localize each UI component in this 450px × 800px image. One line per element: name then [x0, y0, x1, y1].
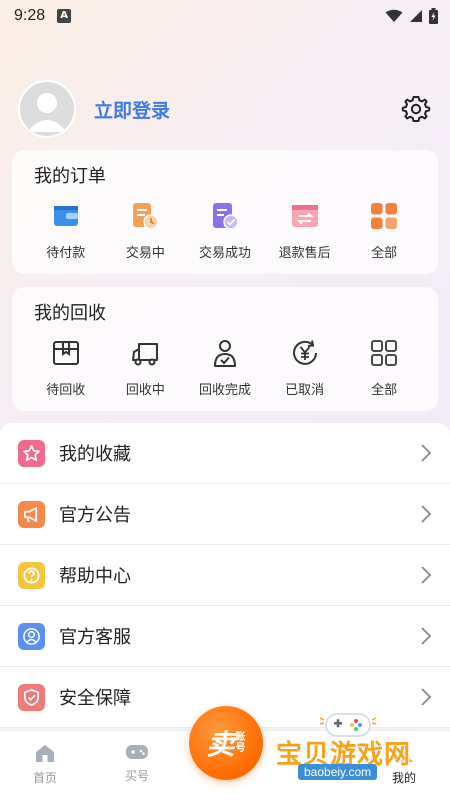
star-icon — [18, 439, 45, 467]
avatar[interactable] — [18, 80, 76, 138]
chevron-right-icon — [421, 688, 432, 706]
recycle-all-label: 全部 — [371, 383, 398, 398]
menu-item-announcements[interactable]: 官方公告 — [0, 484, 450, 545]
profile-header: 立即登录 — [18, 80, 432, 138]
recycle-done-label: 回收完成 — [198, 383, 251, 398]
menu-item-favorites[interactable]: 我的收藏 — [0, 423, 450, 484]
sell-small-label-2: 号 — [235, 743, 246, 754]
menu-item-announcements-label: 官方公告 — [59, 505, 131, 526]
menu-item-customer-service[interactable]: 官方客服 — [0, 606, 450, 667]
cellular-icon — [410, 10, 422, 22]
gear-icon — [401, 96, 431, 122]
watermark-url: baobeiy.com — [298, 764, 378, 780]
wifi-icon — [385, 9, 403, 22]
status-bar: 9:28 A — [0, 0, 450, 32]
truck-icon — [129, 337, 161, 369]
chevron-right-icon — [421, 566, 432, 584]
order-refund[interactable]: 退款售后 — [265, 200, 345, 261]
grid-outline-icon — [368, 337, 400, 369]
grid-icon — [368, 200, 400, 232]
gamepad-icon — [126, 745, 148, 759]
order-trading[interactable]: 交易中 — [106, 200, 186, 261]
order-all-label: 全部 — [371, 246, 398, 261]
recycle-done[interactable]: 回收完成 — [185, 337, 265, 398]
help-icon — [18, 561, 45, 589]
chevron-right-icon — [421, 627, 432, 645]
login-link[interactable]: 立即登录 — [94, 96, 170, 123]
status-time: 9:28 — [14, 7, 46, 24]
menu-item-security-label: 安全保障 — [59, 688, 131, 709]
order-success[interactable]: 交易成功 — [185, 200, 265, 261]
user-check-icon — [209, 337, 241, 369]
notification-icon: A — [57, 9, 72, 23]
menu-item-favorites-label: 我的收藏 — [59, 444, 131, 465]
customer-service-icon — [18, 622, 45, 650]
sell-account-button[interactable]: 卖 账 号 — [189, 706, 263, 780]
tab-home[interactable]: 首页 — [15, 743, 75, 786]
trading-clock-icon — [129, 200, 161, 232]
recycle-in-progress-label: 回收中 — [125, 383, 165, 398]
recycle-cancelled[interactable]: 已取消 — [265, 337, 345, 398]
tab-buy-account-label: 买号 — [124, 769, 149, 783]
tab-home-label: 首页 — [32, 771, 57, 785]
order-all[interactable]: 全部 — [344, 200, 424, 261]
menu-list: 我的收藏 官方公告 帮助中心 官方客服 安全保障 — [0, 423, 450, 728]
chevron-right-icon — [421, 505, 432, 523]
megaphone-icon — [18, 500, 45, 528]
order-pending-payment[interactable]: 待付款 — [26, 200, 106, 261]
order-success-label: 交易成功 — [198, 246, 251, 261]
recycle-cancelled-label: 已取消 — [285, 383, 325, 398]
orders-card: 我的订单 待付款 交易中 交易成功 退款售后 全部 — [12, 150, 438, 274]
battery-icon — [429, 8, 438, 24]
recycle-all[interactable]: 全部 — [344, 337, 424, 398]
recycle-in-progress[interactable]: 回收中 — [106, 337, 186, 398]
chevron-right-icon — [421, 444, 432, 462]
watermark: 宝贝游戏网 baobeiy.com — [268, 706, 438, 792]
doc-check-icon — [209, 200, 241, 232]
sell-big-label: 卖 — [206, 728, 235, 761]
yen-refresh-icon — [289, 337, 321, 369]
order-pending-payment-label: 待付款 — [46, 246, 86, 261]
recycle-pending-label: 待回收 — [46, 383, 86, 398]
order-trading-label: 交易中 — [125, 246, 165, 261]
menu-item-help[interactable]: 帮助中心 — [0, 545, 450, 606]
menu-item-customer-service-label: 官方客服 — [59, 627, 131, 648]
exchange-icon — [289, 200, 321, 232]
sell-small-label-1: 账 — [235, 732, 246, 743]
order-refund-label: 退款售后 — [278, 246, 331, 261]
default-avatar-icon — [27, 93, 67, 132]
settings-button[interactable] — [400, 93, 432, 125]
sell-small-label: 账 号 — [236, 732, 246, 754]
box-icon — [50, 337, 82, 369]
recycle-card: 我的回收 待回收 回收中 回收完成 已取消 全部 — [12, 287, 438, 411]
shield-icon — [18, 683, 45, 711]
recycle-pending[interactable]: 待回收 — [26, 337, 106, 398]
tab-buy-account[interactable]: 买号 — [107, 743, 167, 784]
orders-title: 我的订单 — [34, 166, 106, 187]
wallet-icon — [50, 200, 82, 232]
recycle-title: 我的回收 — [34, 303, 106, 324]
menu-item-help-label: 帮助中心 — [59, 566, 131, 587]
home-icon — [36, 745, 54, 762]
